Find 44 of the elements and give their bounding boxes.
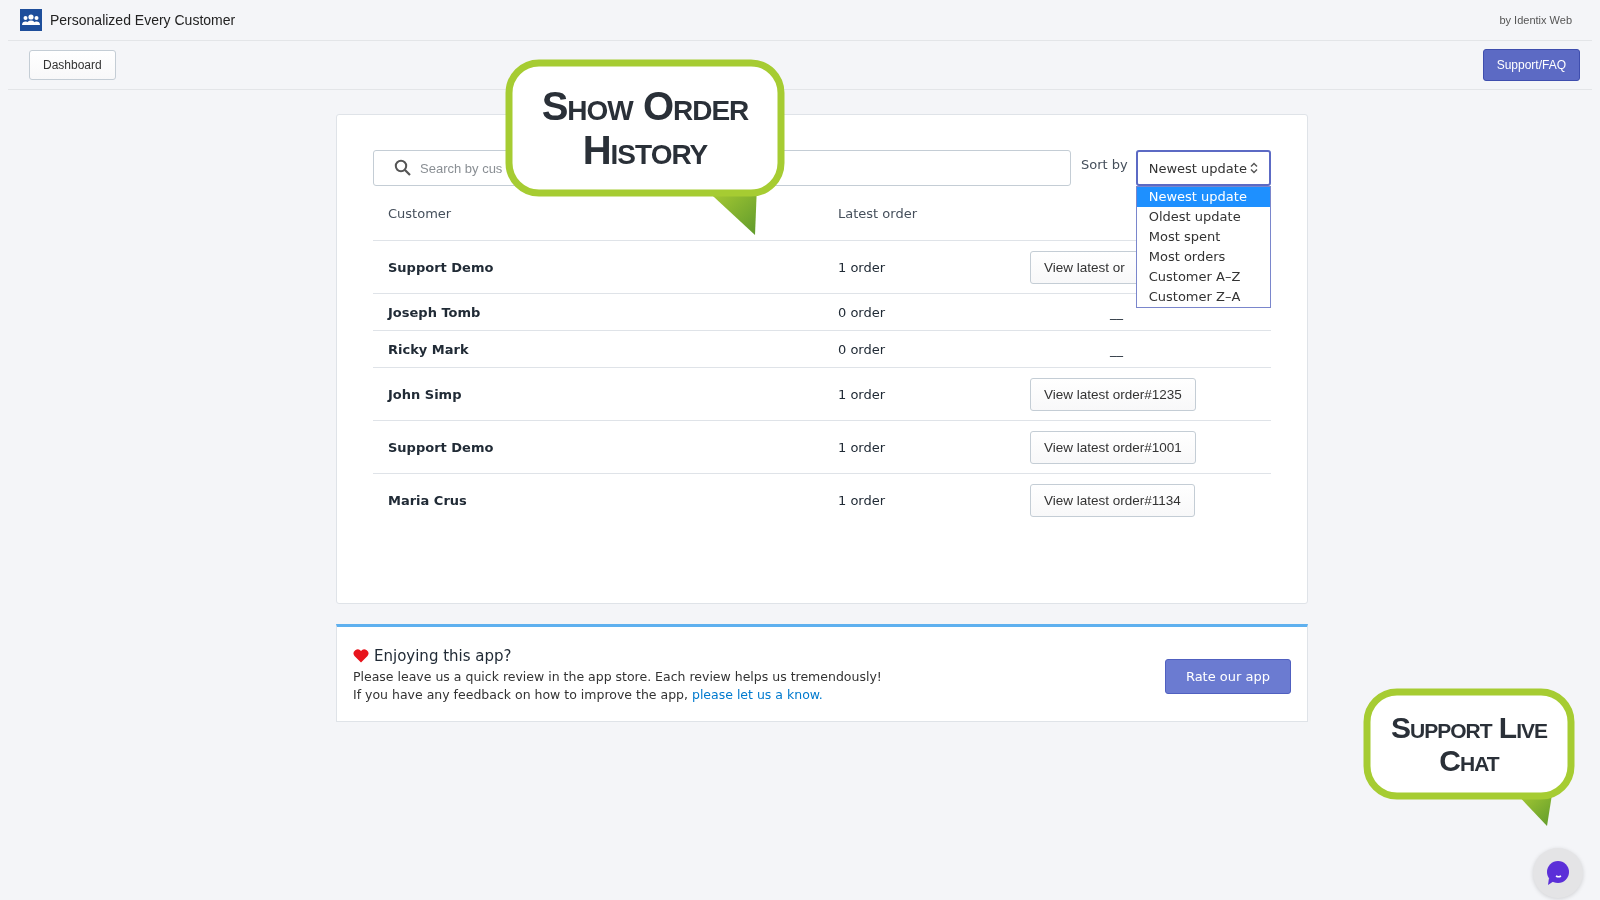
sort-option[interactable]: Most spent <box>1136 227 1270 247</box>
rate-app-button[interactable]: Rate our app <box>1164 658 1291 694</box>
feedback-text: If you have any feedback on how to improve the app, please let us a know. <box>353 687 824 702</box>
empty-value: __ <box>1110 341 1123 357</box>
order-count: 1 order <box>838 439 887 455</box>
review-text: Please leave us a quick review in the app store. Each review helps us tremendously! <box>353 669 882 684</box>
order-count: 1 order <box>838 259 887 275</box>
sort-dropdown[interactable]: Newest update <box>1135 150 1271 186</box>
order-count: 1 order <box>838 386 887 402</box>
callout-text: Show Order History <box>540 84 750 172</box>
customer-name: Ricky Mark <box>387 341 470 357</box>
people-icon <box>20 9 42 31</box>
feedback-link[interactable]: please let us a know. <box>691 687 823 702</box>
customer-name: John Simp <box>386 386 463 402</box>
sort-option[interactable]: Customer Z–A <box>1136 287 1270 307</box>
customer-name: Support Demo <box>387 259 495 275</box>
callout-text: Support Live Chat <box>1390 711 1549 777</box>
sort-option[interactable]: Customer A–Z <box>1136 267 1270 287</box>
review-heading: Enjoying this app? <box>374 647 512 665</box>
column-header: Customer <box>387 205 453 221</box>
order-count: 0 order <box>838 341 887 357</box>
customer-name: Maria Crus <box>387 492 468 508</box>
search-icon <box>394 159 412 177</box>
dashboard-button[interactable]: Dashboard <box>29 50 116 80</box>
view-order-button[interactable]: View latest order#1134 <box>1030 483 1195 517</box>
view-order-button[interactable]: View latest order#1001 <box>1030 430 1196 464</box>
support-faq-button[interactable]: Support/FAQ <box>1482 49 1580 81</box>
chevron-updown-icon <box>1249 162 1258 174</box>
heart-icon <box>353 649 369 663</box>
order-count: 1 order <box>838 492 887 508</box>
chat-bubble-icon <box>1545 860 1571 886</box>
customer-name: Support Demo <box>387 439 495 455</box>
sort-label: Sort by <box>1081 157 1128 172</box>
customer-name: Joseph Tomb <box>386 304 482 320</box>
order-count: 0 order <box>838 304 887 320</box>
byline: by Identix Web <box>1499 14 1572 26</box>
sort-option[interactable]: Oldest update <box>1136 207 1270 227</box>
sort-option[interactable]: Most orders <box>1136 247 1270 267</box>
view-order-button[interactable]: View latest order#1235 <box>1030 377 1196 411</box>
app-title: Personalized Every Customer <box>50 12 236 28</box>
chat-button[interactable] <box>1533 848 1583 898</box>
empty-value: __ <box>1110 304 1123 320</box>
view-order-button[interactable]: View latest or <box>1030 250 1139 284</box>
column-header: Latest order <box>838 205 918 221</box>
